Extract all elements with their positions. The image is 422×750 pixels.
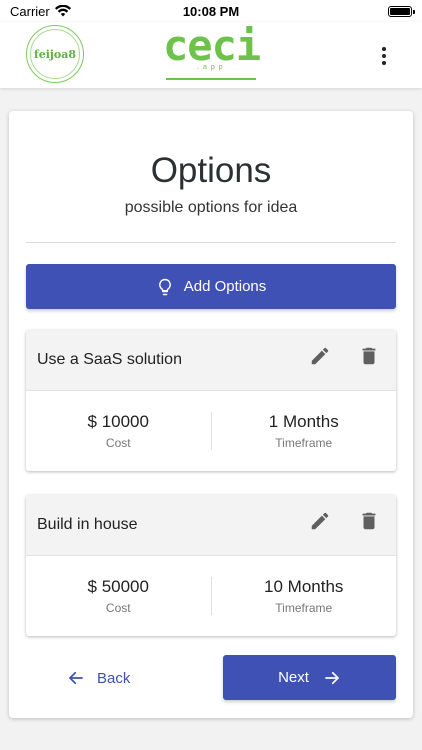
option-card: Build in house $ 50000 Cost 10 Months Ti… <box>26 495 396 636</box>
back-button[interactable]: Back <box>67 656 157 700</box>
option-name: Use a SaaS solution <box>37 351 182 368</box>
divider <box>26 242 396 243</box>
edit-icon[interactable] <box>308 509 332 533</box>
option-card: Use a SaaS solution $ 10000 Cost 1 Month… <box>26 330 396 471</box>
next-label: Next <box>278 669 309 686</box>
arrow-left-icon <box>69 671 83 685</box>
timeframe-stat: 1 Months Timeframe <box>210 411 397 450</box>
option-header: Use a SaaS solution <box>26 330 396 391</box>
battery-icon <box>388 5 415 17</box>
add-options-label: Add Options <box>183 278 267 295</box>
feijoa8-logo[interactable]: feijoa8 <box>26 25 84 83</box>
page-subtitle: possible options for idea <box>124 199 298 216</box>
timeframe-stat: 10 Months Timeframe <box>210 576 397 615</box>
lightbulb-icon <box>158 278 171 295</box>
arrow-right-icon <box>325 671 339 684</box>
ceci-logo-text: ceci <box>163 21 261 70</box>
cost-label: Cost <box>105 435 131 450</box>
option-name: Build in house <box>37 516 138 533</box>
option-body: $ 50000 Cost 10 Months Timeframe <box>26 556 396 635</box>
timeframe-label: Timeframe <box>275 600 333 615</box>
cost-value: $ 50000 <box>87 576 149 596</box>
cost-stat: $ 10000 Cost <box>26 412 211 450</box>
option-body: $ 10000 Cost 1 Months Timeframe <box>26 391 396 470</box>
ceci-logo[interactable]: ceci .app <box>163 21 261 82</box>
option-header: Build in house <box>26 495 396 556</box>
timeframe-label: Timeframe <box>275 435 333 450</box>
ceci-logo-underline <box>166 78 256 80</box>
cost-value: $ 10000 <box>87 411 149 431</box>
delete-icon[interactable] <box>357 344 381 368</box>
next-button[interactable]: Next <box>223 655 396 700</box>
carrier-label: Carrier <box>10 3 50 19</box>
feijoa8-logo-text: feijoa8 <box>33 47 76 61</box>
cost-stat: $ 50000 Cost <box>26 577 211 615</box>
wifi-icon <box>54 5 71 17</box>
edit-icon[interactable] <box>308 344 332 368</box>
timeframe-value: 10 Months <box>264 576 344 596</box>
more-vertical-icon[interactable] <box>372 44 396 68</box>
status-bar: Carrier 10:08 PM <box>0 0 422 22</box>
app-header: feijoa8 ceci .app <box>0 22 422 88</box>
add-options-button[interactable]: Add Options <box>26 264 396 309</box>
page-title: Options <box>150 151 272 190</box>
back-label: Back <box>97 669 131 687</box>
delete-icon[interactable] <box>357 509 381 533</box>
cost-label: Cost <box>105 600 131 615</box>
timeframe-value: 1 Months <box>268 411 339 431</box>
status-left: Carrier <box>10 4 71 19</box>
options-card: Options possible options for idea Add Op… <box>9 111 413 718</box>
